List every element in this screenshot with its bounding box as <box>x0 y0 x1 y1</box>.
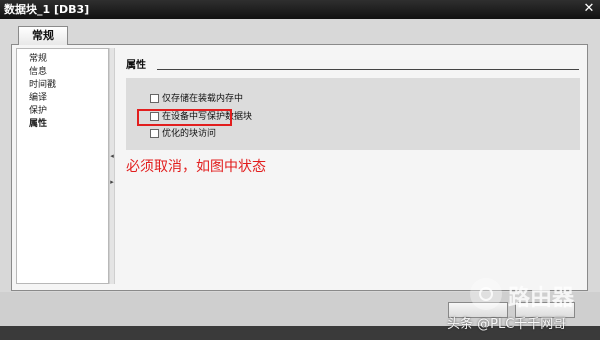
router-icon <box>479 287 493 301</box>
option-load-memory-only[interactable]: 仅存储在装载内存中 <box>150 93 243 105</box>
section-divider <box>157 69 579 70</box>
highlight-box <box>137 109 232 126</box>
panel-splitter[interactable]: ◂ ▸ <box>109 48 115 284</box>
watermark-source: 头条 @PLC千千网哥 <box>447 317 567 332</box>
option-optimized-access[interactable]: 优化的块访问 <box>150 128 216 140</box>
nav-tree: 常规 信息 时间戳 编译 保护 属性 <box>16 48 109 284</box>
section-title: 属性 <box>126 60 146 71</box>
nav-item-compile[interactable]: 编译 <box>17 92 108 105</box>
nav-item-general[interactable]: 常规 <box>17 53 108 66</box>
tab-general[interactable]: 常规 <box>18 26 68 45</box>
watermark-brand: 路由器 <box>508 286 575 311</box>
load-memory-only-checkbox[interactable] <box>150 94 159 103</box>
title-bar[interactable]: 数据块_1 [DB3] ✕ <box>0 0 600 19</box>
nav-item-protection[interactable]: 保护 <box>17 105 108 118</box>
option-label: 仅存储在装载内存中 <box>162 94 244 104</box>
optimized-access-checkbox[interactable] <box>150 129 159 138</box>
option-label: 优化的块访问 <box>162 129 217 139</box>
collapse-left-icon[interactable]: ◂ <box>110 152 114 161</box>
window-title: 数据块_1 [DB3] <box>4 3 90 16</box>
dialog-window: 数据块_1 [DB3] ✕ 常规 常规 信息 时间戳 编译 保护 属性 ◂ ▸ … <box>0 0 600 340</box>
watermark-logo-icon <box>470 278 502 310</box>
nav-item-timestamps[interactable]: 时间戳 <box>17 79 108 92</box>
options-panel: 仅存储在装载内存中 在设备中写保护数据块 优化的块访问 <box>126 78 580 150</box>
expand-right-icon[interactable]: ▸ <box>110 178 114 187</box>
content-panel: 常规 信息 时间戳 编译 保护 属性 ◂ ▸ 属性 仅存储在装载内存中 在设备中… <box>11 44 588 291</box>
close-icon[interactable]: ✕ <box>582 2 596 16</box>
nav-item-attributes[interactable]: 属性 <box>17 118 108 131</box>
nav-item-info[interactable]: 信息 <box>17 66 108 79</box>
annotation-text: 必须取消，如图中状态 <box>126 159 266 175</box>
